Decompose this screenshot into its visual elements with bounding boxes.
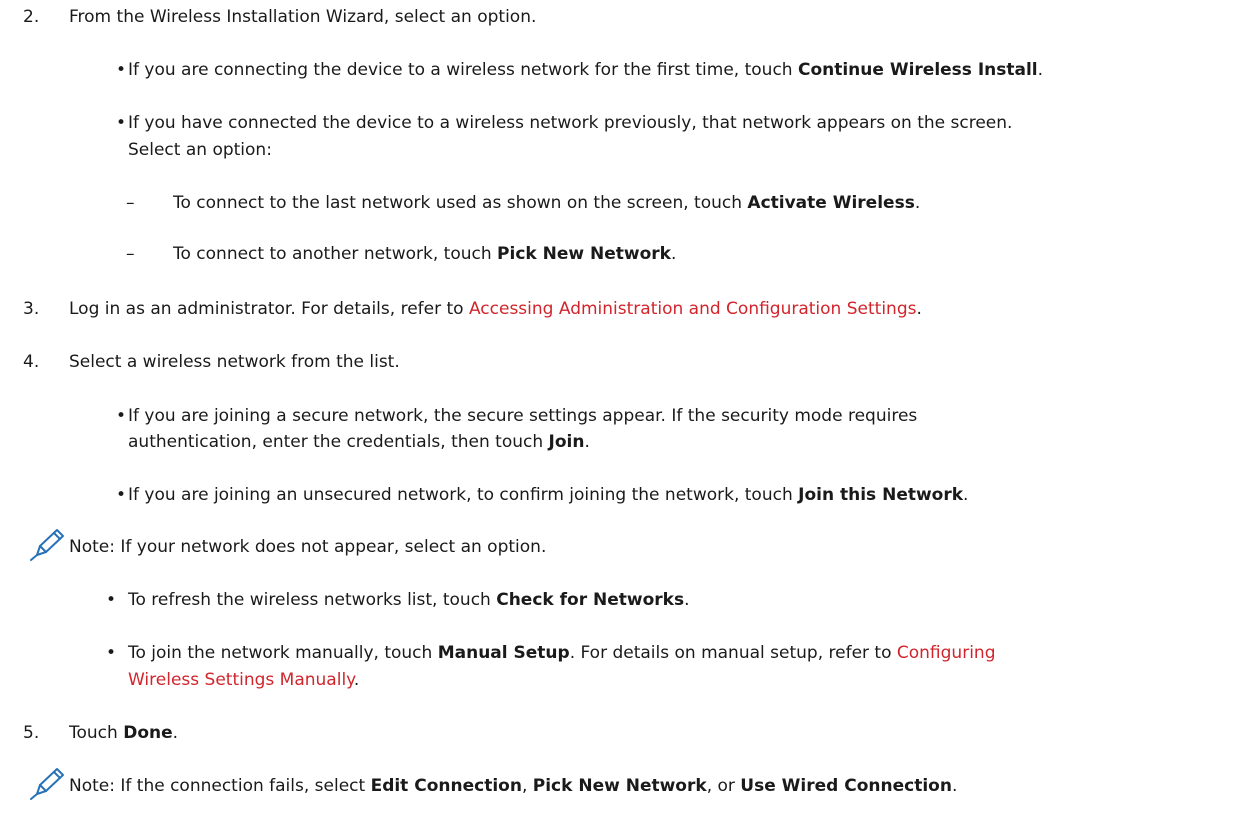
dash-glyph: – <box>126 244 135 264</box>
step-2-dash-2: – To connect to another network, touch P… <box>0 241 1243 267</box>
step-4-bullet-1-line-2: authentication, enter the credentials, t… <box>0 429 1243 455</box>
list-item: To join the network manually, touch Manu… <box>128 643 996 663</box>
note-1-bullet-2-line-2: Wireless Settings Manually. <box>0 667 1243 693</box>
list-item: If you are joining an unsecured network,… <box>128 485 969 505</box>
step-number: 4. <box>23 352 40 372</box>
step-2-bullet-1: • If you are connecting the device to a … <box>0 57 1243 83</box>
document-page: 2. From the Wireless Installation Wizard… <box>0 0 1243 815</box>
step-number: 3. <box>23 299 40 319</box>
step-text: Log in as an administrator. For details,… <box>69 299 922 319</box>
step-2-dash-1: – To connect to the last network used as… <box>0 190 1243 216</box>
step-number: 2. <box>23 7 40 27</box>
link-configuring-wireless-cont[interactable]: Wireless Settings Manually <box>128 670 354 690</box>
list-item-continuation: Select an option: <box>128 140 272 160</box>
dash-glyph: – <box>126 193 135 213</box>
bullet-glyph: • <box>106 590 117 610</box>
step-2: 2. From the Wireless Installation Wizard… <box>0 4 1243 30</box>
note-1-bullet-2-line-1: • To join the network manually, touch Ma… <box>0 640 1243 666</box>
list-item: If you are connecting the device to a wi… <box>128 60 1044 80</box>
bullet-glyph: • <box>106 643 117 663</box>
note-text: Note: If your network does not appear, s… <box>69 537 547 557</box>
step-4: 4. Select a wireless network from the li… <box>0 349 1243 375</box>
note-2: Note: If the connection fails, select Ed… <box>0 773 1243 799</box>
list-item: To refresh the wireless networks list, t… <box>128 590 690 610</box>
list-item: To connect to the last network used as s… <box>173 193 921 213</box>
step-3: 3. Log in as an administrator. For detai… <box>0 296 1243 322</box>
list-item: To connect to another network, touch Pic… <box>173 244 677 264</box>
link-configuring-wireless[interactable]: Configuring <box>897 643 996 663</box>
note-1: Note: If your network does not appear, s… <box>0 534 1243 560</box>
list-item-continuation: Wireless Settings Manually. <box>128 670 360 690</box>
step-text: Select a wireless network from the list. <box>69 352 400 372</box>
note-text: Note: If the connection fails, select Ed… <box>69 776 958 796</box>
step-text: Touch Done. <box>69 723 179 743</box>
step-number: 5. <box>23 723 40 743</box>
step-5: 5. Touch Done. <box>0 720 1243 746</box>
list-item-continuation: authentication, enter the credentials, t… <box>128 432 590 452</box>
link-accessing-administration[interactable]: Accessing Administration and Configurati… <box>469 299 917 319</box>
list-item: If you have connected the device to a wi… <box>128 113 1013 133</box>
step-2-bullet-2-line-2: Select an option: <box>0 137 1243 163</box>
note-1-bullet-1: • To refresh the wireless networks list,… <box>0 587 1243 613</box>
step-2-bullet-2-line-1: • If you have connected the device to a … <box>0 110 1243 136</box>
list-item: If you are joining a secure network, the… <box>128 406 918 426</box>
step-4-bullet-1-line-1: • If you are joining a secure network, t… <box>0 403 1243 429</box>
step-text: From the Wireless Installation Wizard, s… <box>69 7 537 27</box>
step-4-bullet-2: • If you are joining an unsecured networ… <box>0 482 1243 508</box>
